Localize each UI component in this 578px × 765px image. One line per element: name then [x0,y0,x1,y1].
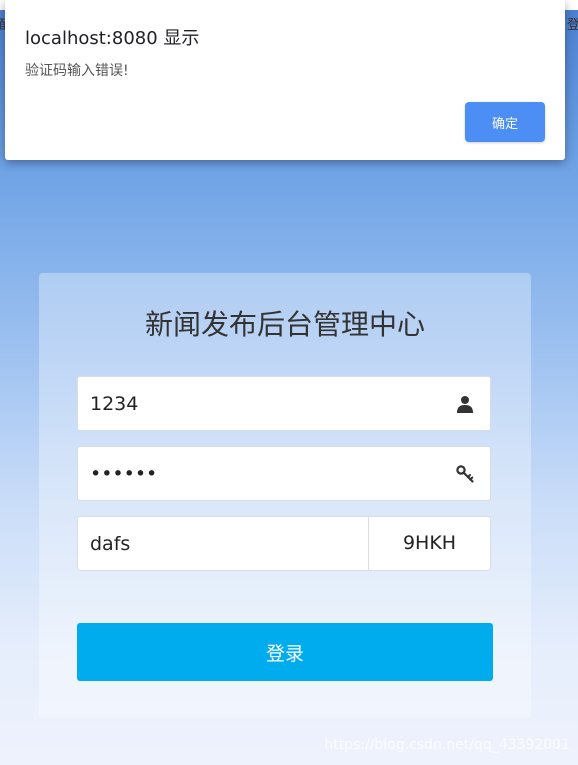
page-edge-text-right: 登 [566,18,578,33]
login-card: 新闻发布后台管理中心 9HKH 登录 [39,273,531,718]
page-title: 新闻发布后台管理中心 [144,308,425,341]
password-field[interactable] [77,446,491,501]
username-input[interactable] [78,377,462,430]
captcha-field[interactable] [77,516,368,571]
captcha-input[interactable] [78,517,358,570]
captcha-code-image[interactable]: 9HKH [368,516,491,571]
watermark: https://blog.csdn.net/qq_43392001 [324,737,570,753]
username-field[interactable] [77,376,491,431]
login-button[interactable]: 登录 [77,623,493,681]
user-icon [457,396,473,413]
alert-message: 验证码输入错误! [25,63,129,79]
key-icon [456,465,474,483]
password-input[interactable] [78,447,462,500]
captcha-row: 9HKH [77,516,491,571]
alert-ok-button[interactable]: 确定 [465,102,545,142]
alert-dialog: localhost:8080 显示 验证码输入错误! 确定 [5,0,565,160]
alert-title: localhost:8080 显示 [25,28,200,49]
